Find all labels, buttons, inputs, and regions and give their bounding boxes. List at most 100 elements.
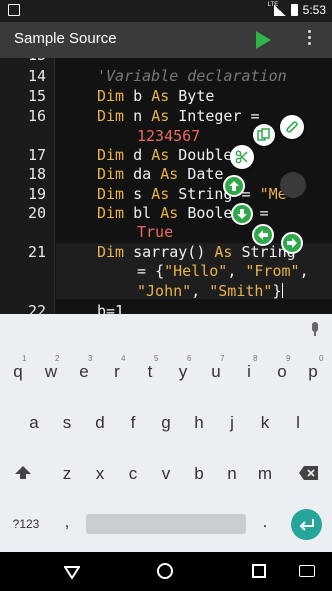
run-button[interactable] (252, 28, 274, 52)
key-s[interactable]: s (52, 413, 82, 433)
line-number: 21 (27, 243, 46, 261)
identifier: d (133, 146, 143, 164)
period-key[interactable]: . (250, 512, 280, 532)
key-v[interactable]: v (151, 464, 181, 484)
key-e[interactable]: e (69, 362, 99, 382)
number-literal: 1234567 (137, 127, 201, 145)
identifier: bl (133, 204, 152, 222)
comment-text: 'Variable declaration (97, 67, 287, 85)
key-p[interactable]: p (298, 362, 328, 382)
key-q[interactable]: q (3, 362, 33, 382)
keyword: Dim (97, 107, 125, 125)
backspace-icon (299, 466, 318, 480)
drag-handle-icon[interactable] (280, 172, 306, 198)
key-a[interactable]: a (19, 413, 49, 433)
keyword: As (151, 87, 170, 105)
arrow-up-icon[interactable] (223, 175, 245, 197)
link-icon[interactable] (280, 115, 304, 139)
keyboard-switch-icon[interactable] (299, 565, 315, 577)
line-number: 15 (27, 87, 46, 105)
key-k[interactable]: k (250, 413, 280, 433)
comma-key[interactable]: , (52, 512, 82, 532)
key-z[interactable]: z (52, 464, 82, 484)
shift-key[interactable] (14, 464, 32, 482)
string-literal: "John" (137, 282, 192, 300)
key-u[interactable]: u (201, 362, 231, 382)
type-name: Date (187, 165, 224, 183)
keyword: Dim (97, 243, 125, 261)
key-g[interactable]: g (151, 413, 181, 433)
key-i[interactable]: i (234, 362, 264, 382)
more-vert-dot (307, 42, 311, 45)
array-close: } (272, 282, 282, 300)
keyword: As (151, 185, 170, 203)
arrow-down-icon[interactable] (231, 203, 253, 225)
key-r[interactable]: r (102, 362, 132, 382)
app-toolbar: Sample Source (0, 22, 332, 58)
key-o[interactable]: o (267, 362, 297, 382)
cut-icon[interactable] (230, 145, 254, 169)
keyword: Dim (97, 87, 125, 105)
space-bar[interactable] (86, 514, 246, 534)
operator: = (137, 262, 147, 280)
clock: 5:53 (302, 3, 326, 17)
overflow-menu-button[interactable] (302, 30, 316, 52)
page-title: Sample Source (14, 30, 117, 47)
key-y[interactable]: y (168, 362, 198, 382)
key-t[interactable]: t (135, 362, 165, 382)
home-button[interactable] (157, 563, 173, 579)
string-literal: "Smith" (209, 282, 273, 300)
type-name: Integer (178, 107, 242, 125)
line-number: 13 (0, 58, 46, 64)
notification-icon (8, 4, 20, 16)
arrow-left-icon[interactable] (252, 224, 274, 246)
recents-button[interactable] (252, 564, 266, 578)
symbols-key[interactable]: ?123 (6, 517, 46, 531)
key-b[interactable]: b (184, 464, 214, 484)
more-vert-dot (307, 36, 311, 39)
keyword: As (160, 204, 179, 222)
shift-icon (15, 466, 31, 479)
line-number: 22 (27, 302, 46, 314)
enter-key[interactable] (291, 509, 322, 540)
back-icon (63, 566, 81, 580)
operator: = (250, 107, 260, 125)
key-h[interactable]: h (184, 413, 214, 433)
key-l[interactable]: l (283, 413, 313, 433)
signal-icon: LTE (268, 2, 286, 16)
keyword: As (160, 165, 179, 183)
type-name: Byte (178, 87, 215, 105)
identifier: s (133, 185, 143, 203)
key-j[interactable]: j (217, 413, 247, 433)
network-type: LTE (267, 1, 279, 8)
line-number: 14 (27, 67, 46, 85)
back-button[interactable] (63, 564, 81, 583)
more-vert-icon (307, 30, 311, 33)
copy-icon[interactable] (253, 124, 275, 146)
line-number: 17 (27, 146, 46, 164)
operator: = (259, 204, 269, 222)
navigation-bar (0, 552, 332, 591)
identifier: b (133, 87, 143, 105)
line-number: 18 (27, 165, 46, 183)
key-n[interactable]: n (217, 464, 247, 484)
keyword: As (214, 243, 233, 261)
key-m[interactable]: m (250, 464, 280, 484)
key-d[interactable]: d (85, 413, 115, 433)
keyword: Dim (97, 185, 125, 203)
microphone-icon[interactable] (310, 322, 320, 338)
key-w[interactable]: w (36, 362, 66, 382)
arrow-right-icon[interactable] (281, 232, 303, 254)
text-cursor (281, 283, 283, 298)
array-open: { (155, 262, 165, 280)
key-f[interactable]: f (118, 413, 148, 433)
assignment-text: b=1 (97, 302, 125, 314)
soft-keyboard: 1 2 3 4 5 6 7 8 9 0 q w e r t y u i o p … (0, 314, 332, 552)
identifier: sarray() (133, 243, 206, 261)
code-editor[interactable]: 13 14 'Variable declaration 15 Dim b As … (0, 58, 332, 314)
backspace-key[interactable] (298, 464, 320, 482)
key-x[interactable]: x (85, 464, 115, 484)
identifier: da (133, 165, 152, 183)
battery-icon (290, 4, 298, 16)
key-c[interactable]: c (118, 464, 148, 484)
